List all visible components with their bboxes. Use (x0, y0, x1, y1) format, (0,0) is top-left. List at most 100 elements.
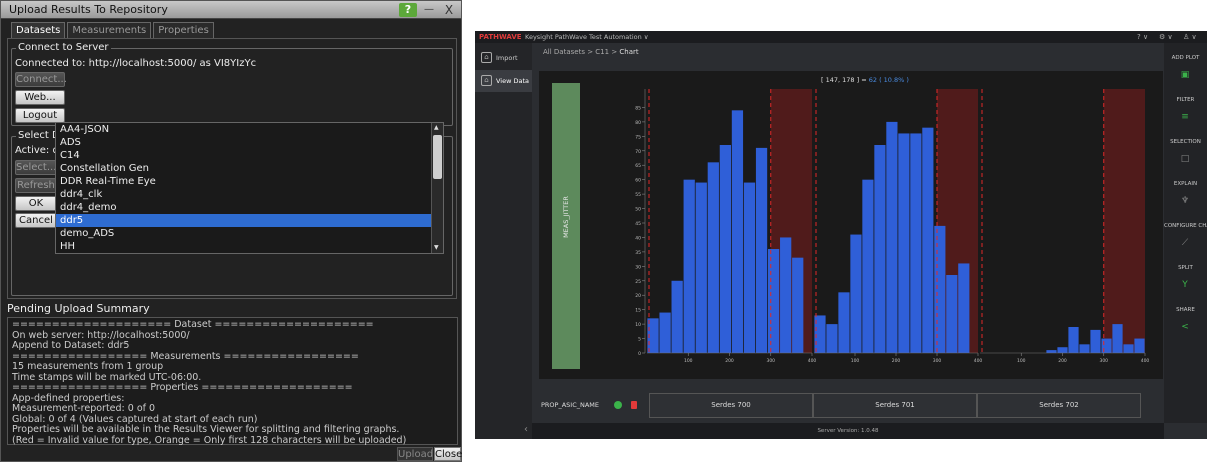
y-tick-label: 50 (635, 207, 641, 213)
dataset-list-item[interactable]: DDR Real-Time Eye (56, 175, 443, 188)
x-tick-label: 200 (892, 358, 901, 364)
x-tick-label: 300 (766, 358, 775, 364)
close-button[interactable]: Close (434, 447, 462, 461)
histogram-bar (719, 145, 732, 353)
delete-icon[interactable] (631, 401, 637, 409)
collapse-chevron-icon[interactable]: ‹ (524, 424, 528, 435)
close-window-icon[interactable]: X (441, 3, 457, 17)
histogram-bar (958, 263, 970, 353)
facet-serdes-702[interactable]: Serdes 702 (977, 393, 1141, 418)
x-tick-label: 100 (684, 358, 693, 364)
histogram-bar (755, 147, 768, 353)
histogram-bar (731, 110, 744, 353)
x-tick-label: 200 (1058, 358, 1067, 364)
connect-group-label: Connect to Server (16, 42, 111, 53)
facet-serdes-701[interactable]: Serdes 701 (813, 393, 977, 418)
histogram-bar (850, 234, 862, 353)
scroll-down-icon[interactable]: ▼ (434, 244, 439, 251)
panel-label-selection[interactable]: SELECTION (1164, 139, 1207, 145)
y-tick-label: 70 (635, 149, 641, 155)
panel-label-add-plot[interactable]: ADD PLOT (1164, 55, 1207, 61)
x-tick-label: 300 (933, 358, 942, 364)
histogram-bar (1046, 350, 1057, 353)
panel-label-explain[interactable]: EXPLAIN (1164, 181, 1207, 187)
x-tick-label: 200 (725, 358, 734, 364)
histogram-bar (743, 182, 756, 353)
histogram-bar (934, 225, 946, 353)
ok-button[interactable]: OK (15, 196, 57, 211)
connection-status: Connected to: http://localhost:5000/ as … (15, 58, 257, 69)
refresh-button[interactable]: Refresh (15, 178, 57, 193)
cancel-button[interactable]: Cancel (15, 213, 57, 228)
y-tick-label: 45 (635, 221, 641, 227)
histogram-bar (659, 312, 671, 353)
y-tick-label: 80 (635, 120, 641, 126)
histogram-bar (707, 162, 719, 353)
histogram-bar (898, 133, 910, 353)
histogram-bar (838, 292, 850, 353)
logout-button[interactable]: Logout (15, 108, 65, 123)
histogram-bar (1079, 344, 1090, 353)
tab-properties[interactable]: Properties (153, 22, 214, 38)
minimize-icon[interactable]: — (421, 3, 437, 17)
plus-icon[interactable]: ▣ (1179, 69, 1191, 81)
x-tick-label: 300 (1099, 358, 1108, 364)
x-tick-label: 400 (1141, 358, 1150, 364)
panel-label-configure-chart[interactable]: CONFIGURE CHART (1164, 223, 1207, 229)
hover-readout: [ 147, 178 ] = 62 ( 10.8% ) (821, 76, 909, 84)
y-tick-label: 5 (638, 337, 641, 343)
histogram-bar (792, 257, 804, 353)
x-tick-label: 100 (1017, 358, 1026, 364)
explain-icon[interactable]: ♆ (1179, 195, 1191, 207)
pending-summary-line: 15 measurements from 1 group (12, 361, 164, 372)
panel-label-filter[interactable]: FILTER (1164, 97, 1207, 103)
y-tick-label: 10 (635, 322, 641, 328)
y-tick-label: 60 (635, 178, 641, 184)
pending-summary-line: Append to Dataset: ddr5 (12, 340, 130, 351)
upload-button[interactable]: Upload (397, 447, 433, 461)
histogram-bar (886, 121, 898, 353)
histogram-bar (1123, 344, 1134, 353)
dataset-list-item[interactable]: ddr4_demo (56, 201, 443, 214)
pending-summary-box: ==================== Dataset ===========… (7, 317, 458, 445)
split-icon[interactable]: Y (1179, 279, 1191, 291)
help-button[interactable]: ? (399, 3, 417, 17)
user-icon[interactable]: ♙ ∨ (1183, 32, 1197, 42)
select-button[interactable]: Select... (15, 160, 57, 175)
dataset-list-item[interactable]: ADS (56, 136, 443, 149)
web-button[interactable]: Web... (15, 90, 65, 105)
facet-serdes-700[interactable]: Serdes 700 (649, 393, 813, 418)
dataset-list-item[interactable]: C14 (56, 149, 443, 162)
histogram-bar (1068, 327, 1079, 353)
panel-label-split[interactable]: SPLIT (1164, 265, 1207, 271)
dataset-list-item[interactable]: demo_ADS (56, 227, 443, 240)
selection-icon[interactable]: □ (1179, 153, 1191, 165)
dataset-list-item[interactable]: AA4-JSON (56, 123, 443, 136)
share-icon[interactable]: < (1179, 321, 1191, 333)
pending-summary-line: Properties will be available in the Resu… (12, 424, 400, 435)
histogram-chart[interactable]: 0 5 10 15 20 25 30 35 40 45 50 55 60 65 70 75 80 85 100 200… (475, 31, 1164, 391)
histogram-bar (671, 280, 683, 353)
dataset-list-item[interactable]: Constellation Gen (56, 162, 443, 175)
y-tick-label: 35 (635, 250, 641, 256)
chart-icon[interactable]: ⟋ (1179, 237, 1191, 249)
dataset-list-scrollbar[interactable]: ▲ ▼ (431, 123, 443, 253)
tab-measurements[interactable]: Measurements (67, 22, 152, 38)
dataset-list-item[interactable]: ddr5 (56, 214, 443, 227)
panel-label-share[interactable]: SHARE (1164, 307, 1207, 313)
histogram-bar (1134, 338, 1145, 353)
dataset-list-item[interactable]: HH (56, 240, 443, 253)
scroll-up-icon[interactable]: ▲ (434, 124, 439, 131)
connect-button[interactable]: Connect... (15, 72, 67, 87)
dataset-list[interactable]: AA4-JSON ADS C14 Constellation Gen DDR Real-… (55, 122, 444, 254)
x-tick-label: 100 (851, 358, 860, 364)
histogram-bar (922, 127, 934, 354)
histogram-bar (695, 182, 707, 353)
scroll-thumb[interactable] (433, 135, 442, 179)
filter-icon[interactable]: ≡ (1179, 111, 1191, 123)
tab-datasets[interactable]: Datasets (11, 22, 66, 38)
histogram-bar (1057, 347, 1068, 353)
y-tick-label: 25 (635, 279, 641, 285)
dataset-list-item[interactable]: ddr4_clk (56, 188, 443, 201)
color-toggle-icon[interactable] (614, 401, 622, 409)
